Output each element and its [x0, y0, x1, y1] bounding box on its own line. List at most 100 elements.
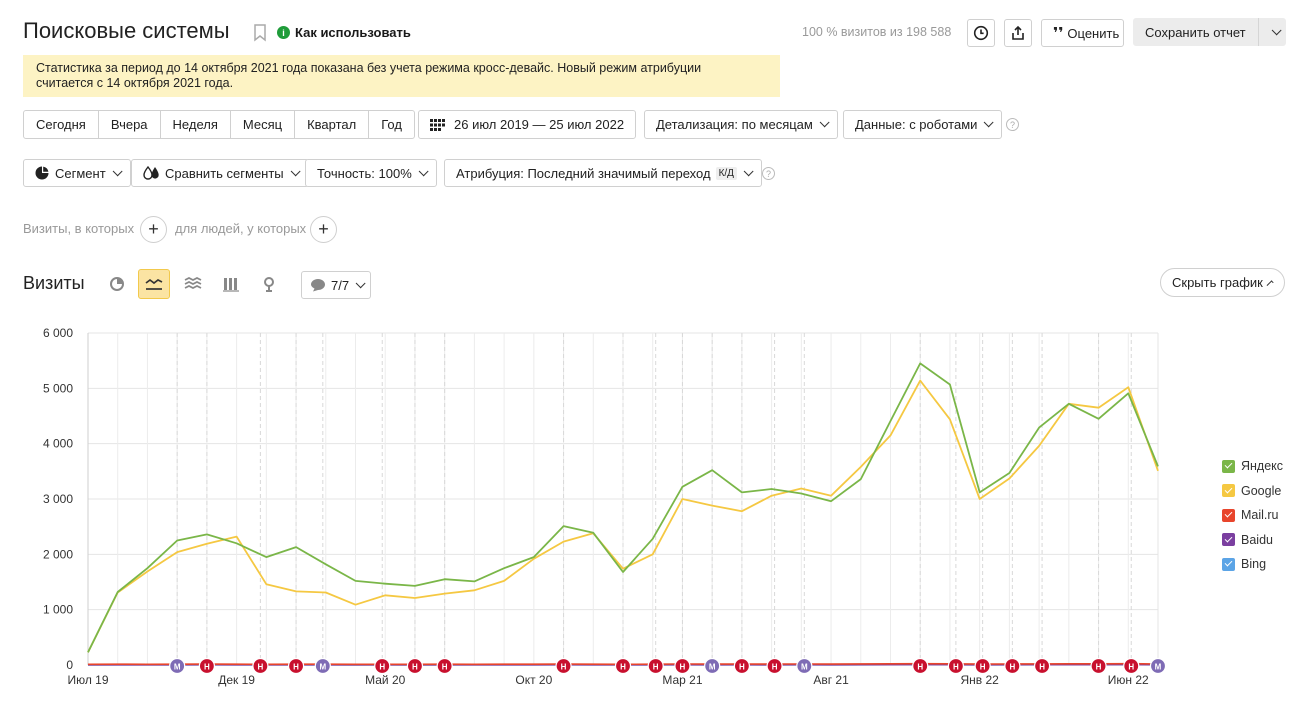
attribution-dropdown[interactable]: Атрибуция: Последний значимый переход К/…	[444, 159, 762, 187]
area-chart-type-button[interactable]	[177, 269, 209, 299]
chevron-down-icon	[418, 165, 429, 176]
bookmark-icon[interactable]	[253, 24, 267, 45]
howto-link[interactable]: i Как использовать	[277, 25, 411, 40]
legend-item-baidu[interactable]: Baidu	[1222, 528, 1283, 553]
y-tick-label: 6 000	[43, 326, 73, 340]
x-tick-label: Май 20	[365, 673, 406, 687]
notes-dropdown[interactable]: 7/7	[301, 271, 372, 299]
drops-icon	[143, 166, 159, 180]
x-tick-label: Июн 22	[1108, 673, 1149, 687]
accuracy-dropdown[interactable]: Точность: 100%	[305, 159, 437, 187]
y-tick-label: 1 000	[43, 603, 73, 617]
visits-share: 100 % визитов из 198 588	[802, 25, 952, 39]
note-marker-label: Н	[1039, 663, 1045, 672]
note-marker-label: Н	[257, 663, 263, 672]
save-report-button[interactable]: Сохранить отчет	[1133, 18, 1286, 46]
pie-chart-type-button[interactable]	[101, 269, 133, 299]
detail-dropdown[interactable]: Детализация: по месяцам	[644, 110, 838, 139]
legend-item-bing[interactable]: Bing	[1222, 552, 1283, 577]
line-chart-icon	[145, 278, 163, 290]
visits-line-chart: 6 000 5 000 4 000 3 000 2 000 1 000 0Июл 19 Дек…	[43, 326, 1167, 687]
note-marker-label: Н	[772, 663, 778, 672]
line-chart-type-button[interactable]	[138, 269, 170, 299]
period-yesterday-button[interactable]: Вчера	[99, 111, 161, 138]
notes-count: 7/7	[331, 277, 350, 293]
period-year-button[interactable]: Год	[369, 111, 414, 138]
chevron-down-icon	[984, 117, 994, 128]
chevron-down-icon	[290, 165, 301, 176]
period-month-button[interactable]: Месяц	[231, 111, 296, 138]
chevron-up-icon	[1266, 280, 1274, 288]
pie-chart-icon	[110, 277, 124, 291]
chevron-down-icon	[112, 165, 123, 176]
x-tick-label: Янв 22	[960, 673, 999, 687]
x-tick-label: Мар 21	[662, 673, 702, 687]
segment-dropdown[interactable]: Сегмент	[23, 159, 131, 187]
info-icon: i	[277, 26, 290, 39]
legend-item-google[interactable]: Google	[1222, 479, 1283, 504]
share-icon	[1012, 25, 1024, 40]
y-tick-label: 5 000	[43, 381, 73, 395]
legend-item-yandex[interactable]: Яндекс	[1222, 454, 1283, 479]
help-icon[interactable]: ?	[762, 167, 775, 180]
metric-title: Визиты	[23, 273, 85, 293]
note-marker-label: Н	[1096, 663, 1102, 672]
page-title: Поисковые системы	[23, 18, 230, 43]
note-marker-label: М	[174, 663, 181, 672]
checkbox-icon	[1222, 533, 1235, 547]
y-tick-label: 3 000	[43, 492, 73, 506]
attribution-notice: Статистика за период до 14 октября 2021 …	[23, 55, 780, 97]
note-marker-label: Н	[653, 663, 659, 672]
note-marker-label: Н	[442, 663, 448, 672]
chevron-down-icon	[355, 277, 366, 288]
history-button[interactable]	[967, 19, 995, 47]
legend-label: Яндекс	[1241, 459, 1284, 474]
attribution-label: Атрибуция: Последний значимый переход	[456, 165, 711, 181]
pie-icon	[35, 166, 49, 180]
x-tick-label: Дек 19	[218, 673, 255, 687]
note-marker-label: М	[1155, 663, 1162, 672]
rate-button[interactable]: ❜❜ Оценить	[1041, 19, 1124, 47]
note-marker-label: Н	[917, 663, 923, 672]
note-marker-label: Н	[293, 663, 299, 672]
note-marker-label: Н	[953, 663, 959, 672]
chevron-down-icon	[819, 117, 830, 128]
accuracy-label: Точность: 100%	[317, 165, 412, 181]
comment-icon	[311, 279, 325, 292]
data-mode-label: Данные: с роботами	[855, 117, 978, 132]
notice-line-1: Статистика за период до 14 октября 2021 …	[36, 61, 702, 75]
segment-label: Сегмент	[55, 165, 106, 181]
add-visit-filter-button[interactable]: +	[140, 216, 167, 243]
date-range-label: 26 июл 2019 — 25 июл 2022	[454, 117, 625, 132]
note-marker-label: Н	[379, 663, 385, 672]
note-marker-label: Н	[412, 663, 418, 672]
legend-item-mailru[interactable]: Mail.ru	[1222, 503, 1283, 528]
date-range-button[interactable]: 26 июл 2019 — 25 июл 2022	[418, 110, 637, 139]
legend-label: Baidu	[1241, 532, 1273, 547]
chart-legend: Яндекс Google Mail.ru Baidu Bing	[1222, 454, 1283, 577]
detail-label: Детализация: по месяцам	[656, 117, 813, 132]
map-chart-type-button[interactable]	[253, 269, 285, 299]
bar-chart-icon	[223, 278, 239, 292]
data-mode-dropdown[interactable]: Данные: с роботами	[843, 110, 1003, 139]
clock-icon	[973, 25, 989, 41]
checkbox-icon	[1222, 557, 1235, 571]
note-marker-label: Н	[980, 663, 986, 672]
add-people-filter-button[interactable]: +	[310, 216, 337, 243]
period-today-button[interactable]: Сегодня	[24, 111, 99, 138]
period-week-button[interactable]: Неделя	[161, 111, 231, 138]
note-marker-label: Н	[620, 663, 626, 672]
hide-chart-button[interactable]: Скрыть график	[1160, 268, 1285, 297]
export-button[interactable]	[1004, 19, 1032, 47]
chevron-down-icon[interactable]	[1271, 24, 1282, 35]
period-quarter-button[interactable]: Квартал	[295, 111, 370, 138]
howto-label: Как использовать	[295, 25, 411, 40]
compare-segments-dropdown[interactable]: Сравнить сегменты	[131, 159, 309, 187]
hide-chart-label: Скрыть график	[1172, 275, 1263, 290]
bar-chart-type-button[interactable]	[215, 269, 247, 299]
note-marker-label: Н	[204, 663, 210, 672]
help-icon[interactable]: ?	[1006, 118, 1019, 131]
note-marker-label: Н	[680, 663, 686, 672]
note-marker-label: Н	[1009, 663, 1015, 672]
note-marker-label: М	[319, 663, 326, 672]
